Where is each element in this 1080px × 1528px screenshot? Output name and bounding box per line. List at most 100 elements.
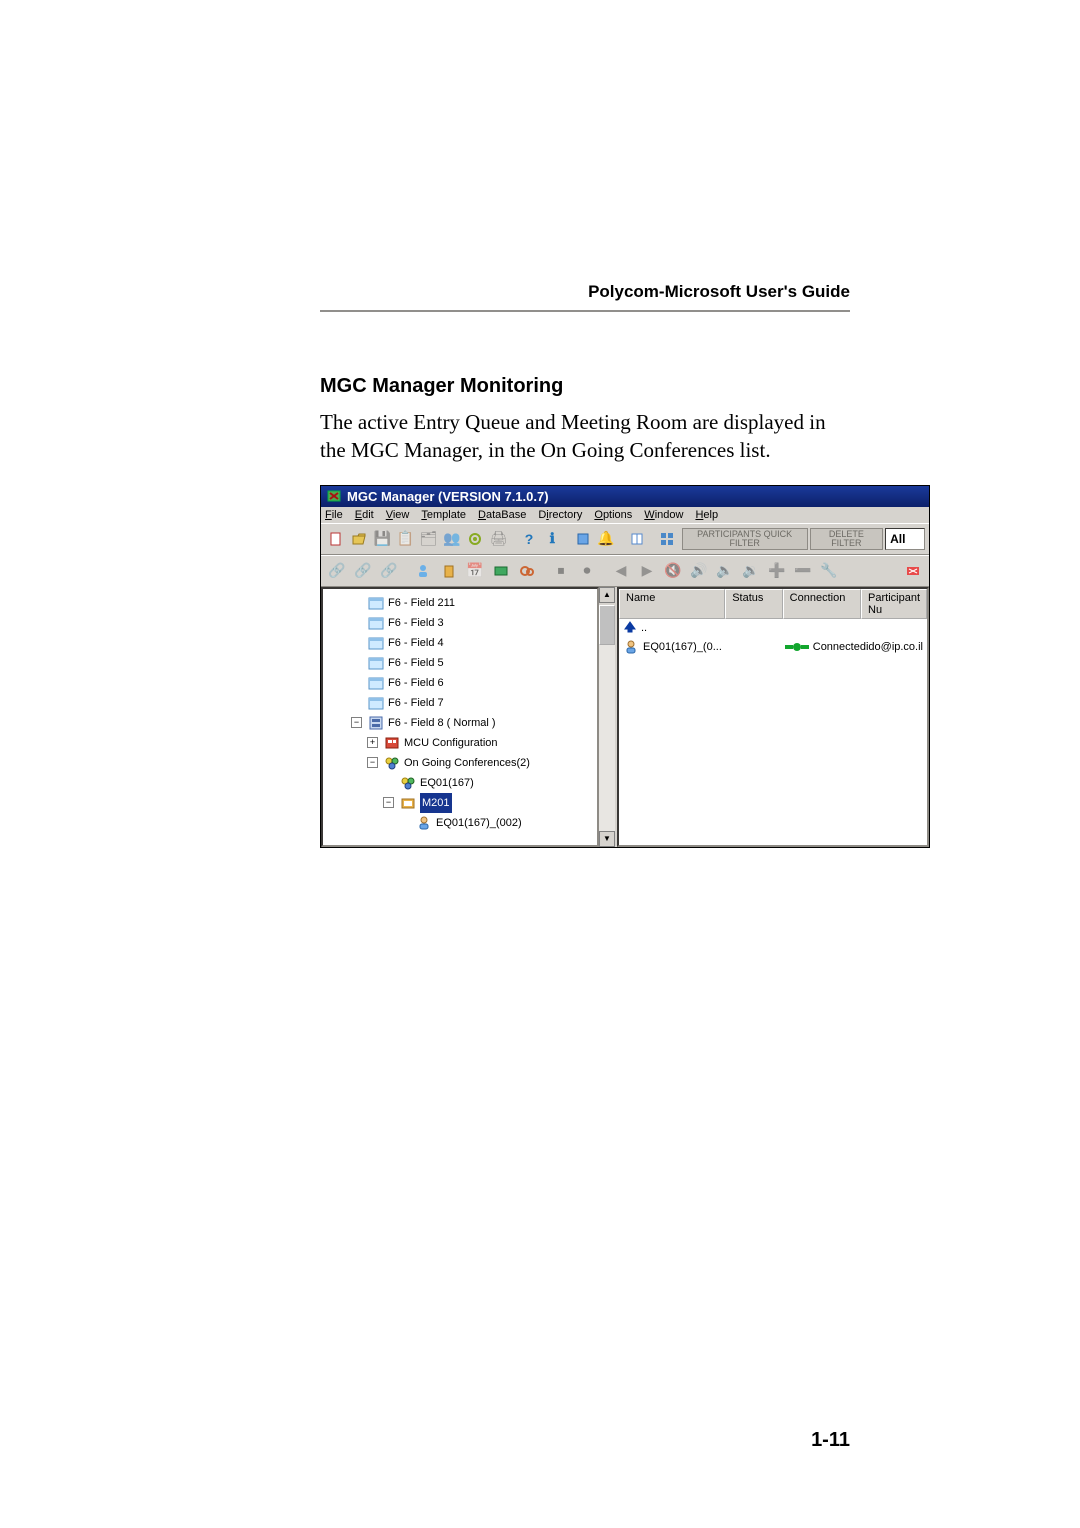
part-icon [416, 816, 432, 830]
menu-options[interactable]: Options [594, 509, 632, 521]
tb-bell-icon[interactable]: 🔔 [595, 527, 616, 551]
tb2-v2-icon[interactable]: 🔉 [739, 559, 763, 583]
filter-input[interactable] [885, 528, 925, 550]
tree-pane: F6 - Field 211F6 - Field 3F6 - Field 4F6… [321, 587, 599, 847]
col-participant-nu[interactable]: Participant Nu [861, 589, 927, 619]
tree-node[interactable]: F6 - Field 5 [351, 653, 597, 673]
tb2-mute-icon[interactable]: 🔇 [661, 559, 685, 583]
menu-help[interactable]: Help [695, 509, 718, 521]
tree-label: F6 - Field 211 [388, 593, 455, 613]
tree-label: F6 - Field 7 [388, 693, 444, 713]
tb2-v5-icon[interactable]: 🔧 [817, 559, 841, 583]
participants-quick-filter-button[interactable]: PARTICIPANTS QUICK FILTER [682, 528, 808, 550]
workspace: F6 - Field 211F6 - Field 3F6 - Field 4F6… [321, 587, 929, 847]
tb2-clipboard-icon[interactable] [437, 559, 461, 583]
tb2-stop-icon[interactable]: ⏹ [549, 559, 573, 583]
up-row-label: .. [641, 622, 647, 634]
menu-template[interactable]: Template [421, 509, 466, 521]
tree-node[interactable]: F6 - Field 211 [351, 593, 597, 613]
tb-template-icon[interactable]: 🗂 [418, 527, 439, 551]
tree-view[interactable]: F6 - Field 211F6 - Field 3F6 - Field 4F6… [323, 589, 597, 837]
tb-tile-icon[interactable] [656, 527, 677, 551]
tb2-unmute-icon[interactable]: 🔊 [687, 559, 711, 583]
menu-window[interactable]: Window [644, 509, 683, 521]
tb2-arrow-right-icon[interactable]: ▶ [635, 559, 659, 583]
col-name[interactable]: Name [619, 589, 725, 619]
tree-expander-icon[interactable]: + [367, 737, 378, 748]
col-status[interactable]: Status [725, 589, 782, 619]
tree-node[interactable]: F6 - Field 4 [351, 633, 597, 653]
tb2-rec-icon[interactable]: ⏺ [575, 559, 599, 583]
tb-new-icon[interactable] [325, 527, 346, 551]
tb2-calendar-icon[interactable]: 📅 [463, 559, 487, 583]
menu-view[interactable]: View [386, 509, 410, 521]
scroll-down-icon[interactable]: ▼ [599, 831, 615, 847]
list-header: Name Status Connection Participant Nu [619, 589, 927, 619]
tb2-user-icon[interactable] [411, 559, 435, 583]
folder-icon [368, 616, 384, 630]
mr-icon [400, 796, 416, 810]
tree-expander-icon[interactable]: − [367, 757, 378, 768]
tree-expander-icon[interactable]: − [383, 797, 394, 808]
tree-node[interactable]: EQ01(167)_(002) [399, 813, 597, 833]
page-header: Polycom-Microsoft User's Guide [588, 282, 850, 302]
col-connection[interactable]: Connection [783, 589, 861, 619]
tree-label: F6 - Field 8 ( Normal ) [388, 713, 496, 733]
tb2-link3-icon[interactable]: 🔗 [377, 559, 401, 583]
tb-help-icon[interactable]: ? [518, 527, 539, 551]
tree-node[interactable]: − M201 [383, 793, 597, 813]
queue-icon [384, 756, 400, 770]
menu-database[interactable]: DataBase [478, 509, 526, 521]
menu-edit[interactable]: Edit [355, 509, 374, 521]
scroll-up-icon[interactable]: ▲ [599, 587, 615, 603]
tb-about-icon[interactable]: ℹ [542, 527, 563, 551]
tb-gear-icon[interactable] [465, 527, 486, 551]
menu-file[interactable]: File [325, 509, 343, 521]
tree-node[interactable]: F6 - Field 6 [351, 673, 597, 693]
titlebar[interactable]: MGC Manager (VERSION 7.1.0.7) [321, 486, 929, 507]
tb-copy-icon[interactable]: 📋 [395, 527, 416, 551]
tb2-v1-icon[interactable]: 🔈 [713, 559, 737, 583]
tree-label: EQ01(167) [420, 773, 474, 793]
app-icon [327, 489, 341, 503]
scroll-track[interactable] [599, 645, 615, 831]
tb2-arrow-left-icon[interactable]: ◀ [609, 559, 633, 583]
tree-label: On Going Conferences(2) [404, 753, 530, 773]
delete-filter-button[interactable]: DELETE FILTER [810, 528, 883, 550]
tb-print-icon[interactable]: 🖨 [488, 527, 509, 551]
tb-participants-icon[interactable]: 👥 [441, 527, 462, 551]
tree-node[interactable]: F6 - Field 7 [351, 693, 597, 713]
tb-book-icon[interactable] [626, 527, 647, 551]
tb2-v4-icon[interactable]: ➖ [791, 559, 815, 583]
tree-node[interactable]: +MCU Configuration [367, 733, 597, 753]
scroll-thumb[interactable] [599, 605, 615, 645]
tb-open-icon[interactable] [348, 527, 369, 551]
tree-node[interactable]: − F6 - Field 8 ( Normal ) [351, 713, 597, 733]
list-row-up[interactable]: .. [619, 619, 927, 638]
tree-node[interactable]: F6 - Field 3 [351, 613, 597, 633]
tb-db1-icon[interactable] [572, 527, 593, 551]
tb2-link1-icon[interactable]: 🔗 [325, 559, 349, 583]
tb2-link2-icon[interactable]: 🔗 [351, 559, 375, 583]
tree-expander-icon[interactable]: − [351, 717, 362, 728]
queue-icon [400, 776, 416, 790]
tb2-disconnect-icon[interactable] [901, 559, 925, 583]
tb2-gears-icon[interactable] [515, 559, 539, 583]
folder-icon [368, 696, 384, 710]
tree-node[interactable]: EQ01(167) [383, 773, 597, 793]
list-pane: Name Status Connection Participant Nu .. [617, 587, 929, 847]
mcu-icon [384, 736, 400, 750]
list-row[interactable]: EQ01(167)_(0... Connected ido@ip.co.il [619, 638, 927, 656]
title-text: MGC Manager (VERSION 7.1.0.7) [347, 489, 549, 504]
tree-scrollbar[interactable]: ▲ ▼ [599, 587, 615, 847]
tb2-v3-icon[interactable]: ➕ [765, 559, 789, 583]
tree-label: F6 - Field 4 [388, 633, 444, 653]
row-participant: ido@ip.co.il [866, 641, 923, 653]
menu-directory[interactable]: Directory [538, 509, 582, 521]
tb-save-icon[interactable]: 💾 [372, 527, 393, 551]
tb2-grid-icon[interactable] [489, 559, 513, 583]
connected-status-icon [785, 642, 809, 652]
up-arrow-icon [623, 621, 637, 636]
tree-node[interactable]: − On Going Conferences(2) [367, 753, 597, 773]
tree-label: M201 [420, 793, 452, 813]
